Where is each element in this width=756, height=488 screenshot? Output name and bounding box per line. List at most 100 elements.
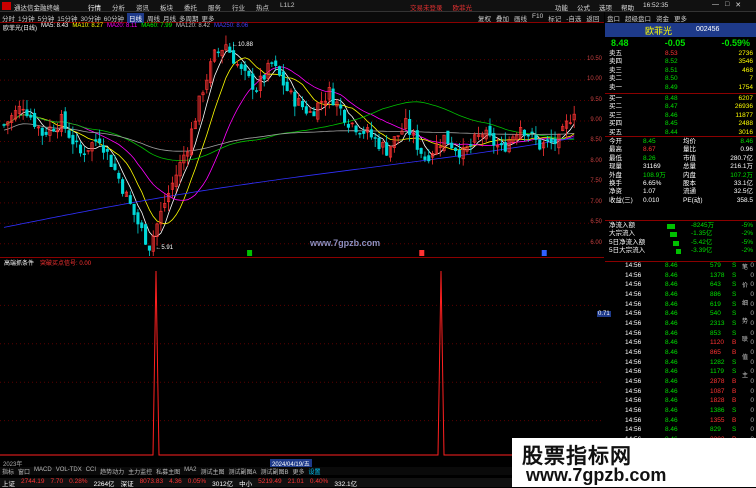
site-watermark: 股票指标网 www.7gpzb.com: [512, 438, 756, 487]
tick-row: 14:56 8.46 619 S 0: [605, 301, 756, 309]
promo-link[interactable]: 交易未登录: [410, 2, 443, 12]
period-tab[interactable]: 多周期: [179, 13, 199, 23]
indicator-chart[interactable]: [0, 267, 604, 459]
indicator-tab[interactable]: 测试副图B: [260, 467, 288, 476]
tick-side-tab[interactable]: 笔: [742, 262, 754, 271]
order-price: 8.51: [665, 66, 678, 74]
maximize-icon[interactable]: □: [725, 1, 729, 9]
menu-item[interactable]: 分析: [112, 2, 125, 12]
ask-row[interactable]: 卖五 8.53 2736: [605, 50, 756, 58]
minimize-icon[interactable]: —: [712, 1, 719, 9]
menu-item[interactable]: L1L2: [280, 2, 294, 12]
menu-item[interactable]: 资讯: [136, 2, 149, 12]
indicator-tab[interactable]: 趋势动力: [100, 467, 124, 476]
indicator-tab[interactable]: 测试副图A: [228, 467, 256, 476]
period-tab[interactable]: 1分钟: [18, 13, 35, 23]
indicator-tab[interactable]: 设置: [309, 467, 321, 476]
period-tab[interactable]: 5分钟: [38, 13, 55, 23]
bid-row[interactable]: 买四 8.45 2488: [605, 120, 756, 128]
indicator-tab[interactable]: 窗口: [18, 467, 30, 476]
low-price-label: ←5.91: [155, 245, 173, 251]
period-tab[interactable]: 日线: [126, 13, 144, 23]
candle: [144, 223, 148, 246]
panel-tab[interactable]: 更多: [674, 13, 687, 23]
ask-row[interactable]: 卖一 8.49 1754: [605, 84, 756, 92]
index-label: 上证: [2, 481, 15, 488]
panel-tab[interactable]: 资金: [656, 13, 669, 23]
indicator-tab[interactable]: 指标: [2, 467, 14, 476]
candle: [335, 98, 339, 116]
ask-row[interactable]: 卖四 8.52 3546: [605, 58, 756, 66]
candle-body: [44, 131, 48, 135]
tick-time: 14:56: [625, 300, 642, 308]
candle-body: [293, 91, 297, 107]
chart-tool-tab[interactable]: 复权: [478, 13, 491, 23]
bid-row[interactable]: 买一 8.48 6207: [605, 95, 756, 103]
indicator-tab[interactable]: CCI: [86, 467, 96, 475]
chart-tool-tab[interactable]: 叠加: [496, 13, 509, 23]
tick-time: 14:56: [625, 406, 642, 414]
tick-side-tab[interactable]: 势: [742, 316, 754, 325]
period-tab[interactable]: 更多: [201, 13, 214, 23]
window-menu-item[interactable]: 功能: [555, 2, 568, 12]
menu-item[interactable]: 行情: [88, 2, 101, 12]
bid-row[interactable]: 买二 8.47 26936: [605, 103, 756, 111]
period-tab[interactable]: 60分钟: [104, 13, 124, 23]
indicator-tab[interactable]: VOL-TDX: [56, 467, 82, 475]
menu-item[interactable]: 委托: [184, 2, 197, 12]
indicator-tab[interactable]: MA2: [184, 467, 196, 475]
menu-item[interactable]: 热点: [256, 2, 269, 12]
period-tab[interactable]: 月线: [163, 13, 176, 23]
indicator-tab[interactable]: MACD: [34, 467, 52, 475]
chart-tool-tab[interactable]: 标记: [548, 13, 561, 23]
promo-link[interactable]: 欧菲光: [453, 2, 473, 12]
tick-price: 8.46: [665, 319, 678, 327]
panel-tab[interactable]: 超级盘口: [625, 13, 651, 23]
candle-body: [247, 70, 251, 77]
candle-body: [113, 163, 117, 170]
chart-tool-tab[interactable]: 画线: [514, 13, 527, 23]
tick-price: 8.46: [665, 310, 678, 318]
window-menu-item[interactable]: 公式: [577, 2, 590, 12]
panel-tab[interactable]: 盘口: [607, 13, 620, 23]
chart-tool-tab[interactable]: -自选: [566, 13, 581, 23]
tick-side-tab[interactable]: 联: [742, 334, 754, 343]
tick-side-tab[interactable]: 细: [742, 298, 754, 307]
period-tab[interactable]: 15分钟: [57, 13, 77, 23]
chart-tool-tab[interactable]: F10: [532, 13, 543, 23]
menu-item[interactable]: 板块: [160, 2, 173, 12]
candle: [117, 170, 121, 184]
candle-body: [232, 50, 236, 64]
period-tab[interactable]: 分时: [2, 13, 15, 23]
ask-row[interactable]: 卖二 8.50 7: [605, 75, 756, 83]
chart-tool-tab[interactable]: 返回: [586, 13, 599, 23]
indicator-tab[interactable]: 主力监控: [128, 467, 152, 476]
flow-value: -1.35亿: [691, 230, 713, 238]
indicator-tab[interactable]: 更多: [293, 467, 305, 476]
price-axis-label: 9.00: [590, 117, 602, 123]
window-menu-item[interactable]: 选项: [599, 2, 612, 12]
period-tab[interactable]: 周线: [147, 13, 160, 23]
title-bar: 通达信金融终端 行情 分析 资讯 板块 委托 服务 行业 热点 L1L2 交易未登录 欧菲光 功能…: [0, 0, 756, 12]
indicator-params: 突破买点信号: 0.00: [40, 261, 92, 267]
tick-price: 8.46: [665, 397, 678, 405]
menu-item[interactable]: 服务: [208, 2, 221, 12]
menu-item[interactable]: 行业: [232, 2, 245, 12]
flow-label: 5日净流入额: [609, 238, 646, 246]
tick-side-tab[interactable]: 价: [742, 280, 754, 289]
indicator-tab[interactable]: 测试主图: [200, 467, 224, 476]
candle: [453, 147, 458, 156]
period-tab[interactable]: 30分钟: [80, 13, 100, 23]
ask-row[interactable]: 卖三 8.51 468: [605, 67, 756, 75]
kline-chart[interactable]: ←10.88 ←5.91: [0, 31, 604, 256]
tick-price: 8.46: [665, 339, 678, 347]
candle: [86, 150, 90, 155]
indicator-tab[interactable]: 私募主图: [156, 467, 180, 476]
bid-row[interactable]: 买三 8.46 11877: [605, 112, 756, 120]
tick-row: 14:56 8.46 2313 S 0: [605, 320, 756, 328]
tick-side-tab[interactable]: 主: [742, 370, 754, 379]
tick-side-tab[interactable]: 值: [742, 352, 754, 361]
close-icon[interactable]: ✕: [735, 1, 741, 9]
window-menu-item[interactable]: 帮助: [621, 2, 634, 12]
tick-side: S: [732, 358, 737, 366]
